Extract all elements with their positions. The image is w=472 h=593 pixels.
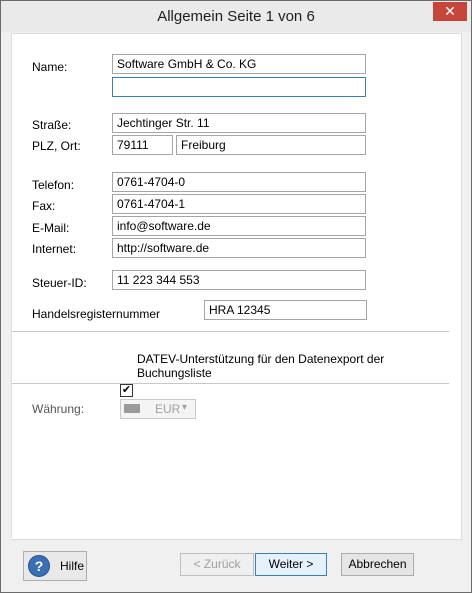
tax-id-field[interactable]: 11 223 344 553	[112, 270, 366, 290]
tax-id-label: Steuer-ID:	[32, 276, 87, 290]
street-field[interactable]: Jechtinger Str. 11	[112, 113, 366, 133]
help-button[interactable]: ? Hilfe	[23, 551, 87, 581]
datev-checkbox[interactable]: ✔	[120, 384, 133, 397]
check-icon: ✔	[121, 384, 132, 396]
internet-field[interactable]: http://software.de	[112, 238, 366, 258]
street-label: Straße:	[32, 118, 72, 132]
phone-field[interactable]: 0761-4704-0	[112, 172, 366, 192]
name2-field[interactable]	[112, 77, 366, 97]
dialog-window: Allgemein Seite 1 von 6 ✕ Name: Software…	[0, 0, 472, 593]
help-icon: ?	[28, 555, 50, 577]
plz-ort-label: PLZ, Ort:	[32, 139, 81, 153]
currency-label: Währung:	[32, 402, 85, 416]
separator-1	[12, 331, 449, 332]
name-field[interactable]: Software GmbH & Co. KG	[112, 54, 366, 74]
datev-label[interactable]: DATEV-Unterstützung für den Datenexport …	[137, 352, 461, 380]
plz-field[interactable]: 79111	[112, 135, 173, 155]
title-bar: Allgemein Seite 1 von 6 ✕	[1, 1, 471, 32]
fax-field[interactable]: 0761-4704-1	[112, 194, 366, 214]
close-button[interactable]: ✕	[433, 2, 467, 21]
chevron-down-icon: ▾	[182, 402, 188, 413]
help-label: Hilfe	[60, 559, 85, 573]
internet-label: Internet:	[32, 242, 77, 256]
register-field[interactable]: HRA 12345	[204, 300, 367, 320]
close-icon: ✕	[444, 3, 456, 19]
currency-dropdown[interactable]: EUR ▾	[120, 399, 196, 419]
currency-value: EUR	[155, 402, 181, 416]
cancel-button[interactable]: Abbrechen	[341, 553, 414, 576]
window-title: Allgemein Seite 1 von 6	[157, 8, 315, 25]
register-label: Handelsregisternummer	[32, 307, 161, 321]
next-button[interactable]: Weiter >	[255, 553, 327, 576]
back-button[interactable]: < Zurück	[180, 553, 254, 576]
email-field[interactable]: info@software.de	[112, 216, 366, 236]
separator-2	[12, 383, 449, 384]
ort-field[interactable]: Freiburg	[176, 135, 366, 155]
footer-separator	[11, 538, 460, 539]
fax-label: Fax:	[32, 199, 56, 213]
email-label: E-Mail:	[32, 221, 70, 235]
general-panel: Name: Software GmbH & Co. KG Straße: Jec…	[11, 33, 462, 540]
currency-flag-icon	[124, 404, 140, 413]
phone-label: Telefon:	[32, 178, 75, 192]
name-label: Name:	[32, 60, 68, 74]
